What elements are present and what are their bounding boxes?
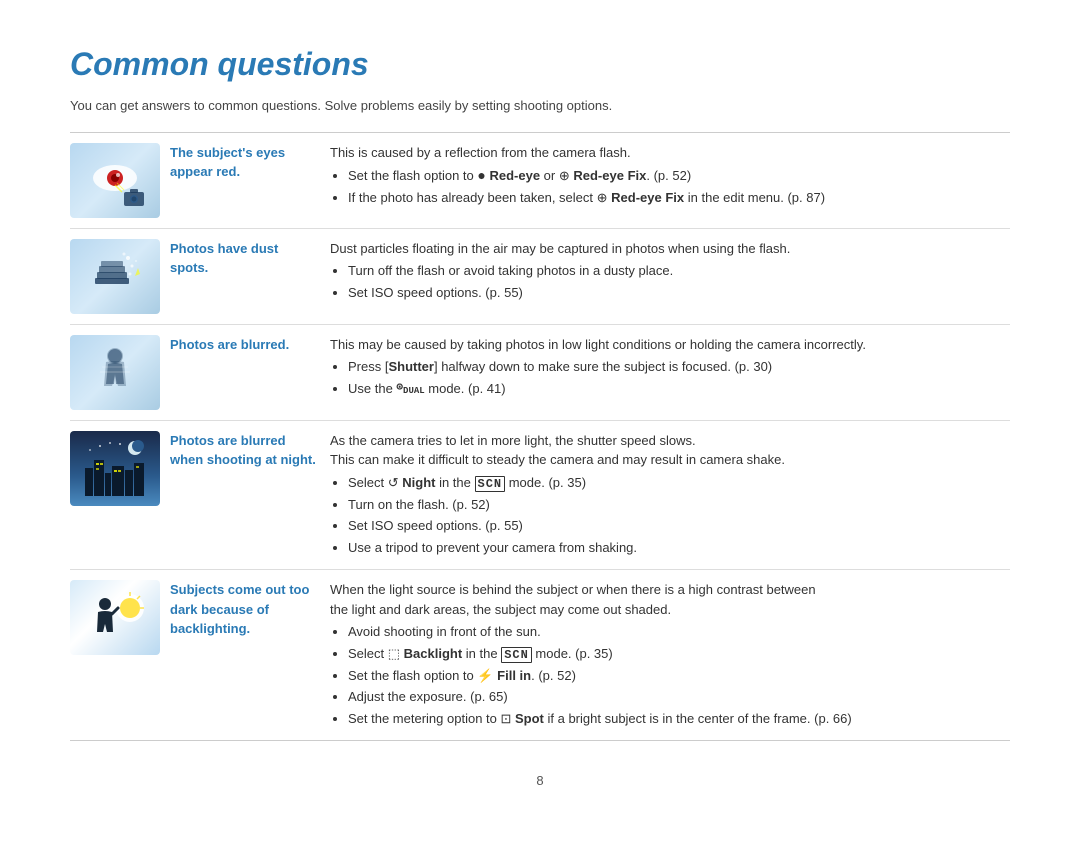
page-subtitle: You can get answers to common questions.… <box>70 96 1010 116</box>
faq-label-backlight: Subjects come out too dark because of ba… <box>170 570 330 741</box>
dust-icon <box>70 239 160 314</box>
faq-content-dust: Dust particles floating in the air may b… <box>330 228 1010 324</box>
faq-img-blurred <box>70 324 170 420</box>
page-title: Common questions <box>70 40 1010 88</box>
faq-content-night: As the camera tries to let in more light… <box>330 420 1010 570</box>
faq-row-red-eye: The subject's eyes appear red. This is c… <box>70 133 1010 229</box>
faq-content-backlight: When the light source is behind the subj… <box>330 570 1010 741</box>
faq-row-blurred: Photos are blurred. This may be caused b… <box>70 324 1010 420</box>
backlight-icon <box>70 580 160 655</box>
faq-img-backlight <box>70 570 170 741</box>
page-number: 8 <box>70 771 1010 791</box>
faq-img-dust <box>70 228 170 324</box>
faq-label-red-eye: The subject's eyes appear red. <box>170 133 330 229</box>
faq-img-night <box>70 420 170 570</box>
faq-row-night: Photos are blurred when shooting at nigh… <box>70 420 1010 570</box>
red-eye-icon <box>70 143 160 218</box>
faq-row-dust: Photos have dust spots. Dust particles f… <box>70 228 1010 324</box>
faq-label-blurred: Photos are blurred. <box>170 324 330 420</box>
faq-table: The subject's eyes appear red. This is c… <box>70 133 1010 742</box>
faq-row-backlight: Subjects come out too dark because of ba… <box>70 570 1010 741</box>
faq-content-red-eye: This is caused by a reflection from the … <box>330 133 1010 229</box>
blur-icon <box>70 335 160 410</box>
faq-content-blurred: This may be caused by taking photos in l… <box>330 324 1010 420</box>
faq-label-dust: Photos have dust spots. <box>170 228 330 324</box>
faq-label-night: Photos are blurred when shooting at nigh… <box>170 420 330 570</box>
faq-img-red-eye <box>70 133 170 229</box>
night-icon <box>70 431 160 506</box>
page: Common questions You can get answers to … <box>0 0 1080 850</box>
